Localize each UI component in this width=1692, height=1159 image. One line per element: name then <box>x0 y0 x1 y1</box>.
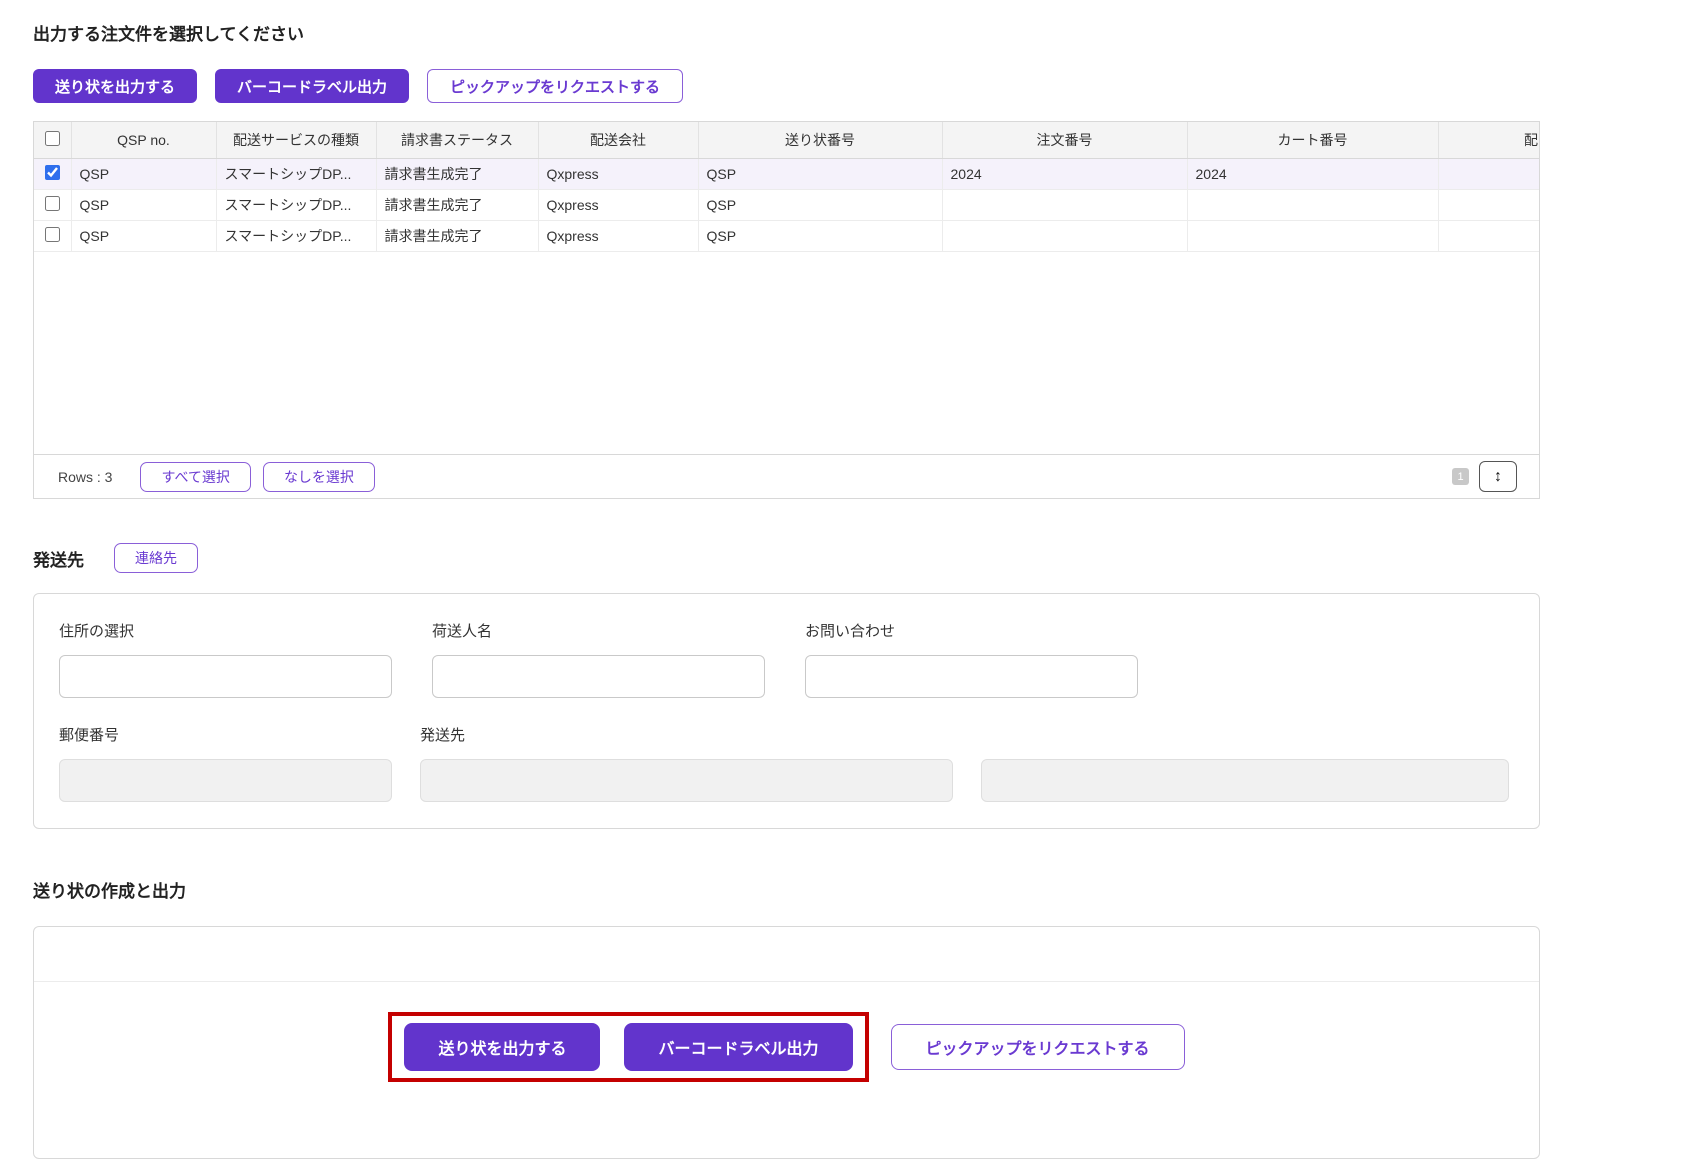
cell-service-type: スマートシップDP... <box>216 189 377 221</box>
row-checkbox[interactable] <box>44 164 60 180</box>
barcode-label-button[interactable]: バーコードラベル出力 <box>215 69 410 103</box>
shipper-section-head: 発送先 連絡先 <box>33 543 1540 573</box>
print-invoice-button[interactable]: 送り状を出力する <box>33 69 198 103</box>
cell-cart-no <box>1187 220 1439 252</box>
select-none-button[interactable]: なしを選択 <box>262 461 375 492</box>
header-cell-select <box>34 122 72 159</box>
output-panel: 送り状を出力する バーコードラベル出力 ピックアップをリクエストする <box>33 926 1540 1159</box>
ship-from-detail-input <box>981 759 1509 802</box>
cell-carrier: Qxpress <box>538 189 699 221</box>
header-cell-qsp-no: QSP no. <box>71 122 217 159</box>
inquiry-label: お問い合わせ <box>805 623 896 640</box>
cell-extra <box>1438 189 1539 221</box>
address-select-input[interactable] <box>59 655 392 698</box>
ship-from-input <box>420 759 953 802</box>
ship-from-label: 発送先 <box>420 727 466 744</box>
cell-qsp-no: QSP <box>71 189 217 221</box>
postal-code-input <box>59 759 392 802</box>
row-select-cell <box>34 158 72 190</box>
top-toolbar: 送り状を出力する バーコードラベル出力 ピックアップをリクエストする <box>33 69 1540 103</box>
cell-carrier: Qxpress <box>538 220 699 252</box>
cell-qsp-no: QSP <box>71 158 217 190</box>
select-all-button[interactable]: すべて選択 <box>140 461 251 492</box>
shipper-heading: 発送先 <box>33 550 84 570</box>
shipper-name-label: 荷送人名 <box>432 623 493 640</box>
resize-table-button[interactable]: ↕ <box>1479 461 1517 492</box>
print-invoice-button-bottom[interactable]: 送り状を出力する <box>404 1023 601 1071</box>
table-row[interactable]: QSP スマートシップDP... 請求書生成完了 Qxpress QSP <box>34 220 1539 252</box>
select-all-checkbox[interactable] <box>44 130 60 146</box>
header-cell-tracking-no: 送り状番号 <box>698 122 943 159</box>
cell-tracking-no: QSP <box>698 189 943 221</box>
shipper-form-row-2: 郵便番号 発送先 <box>59 724 1514 802</box>
cell-service-type: スマートシップDP... <box>216 220 377 252</box>
cell-service-type: スマートシップDP... <box>216 158 377 190</box>
cell-tracking-no: QSP <box>698 220 943 252</box>
cell-order-no: 2024 <box>942 158 1188 190</box>
page-number-badge: 1 <box>1452 468 1469 485</box>
page-title: 出力する注文件を選択してください <box>33 25 304 44</box>
contact-button[interactable]: 連絡先 <box>114 543 198 573</box>
rows-count-label: Rows : 3 <box>58 468 113 485</box>
cell-carrier: Qxpress <box>538 158 699 190</box>
output-panel-divider <box>34 927 1539 982</box>
header-cell-clipped: 配 <box>1438 122 1539 159</box>
request-pickup-button-bottom[interactable]: ピックアップをリクエストする <box>890 1024 1185 1070</box>
page: 出力する注文件を選択してください 送り状を出力する バーコードラベル出力 ピック… <box>0 0 1692 1159</box>
row-select-cell <box>34 220 72 252</box>
shipper-panel: 住所の選択 荷送人名 お問い合わせ 郵便番号 発送先 <box>33 593 1540 829</box>
header-cell-order-no: 注文番号 <box>942 122 1188 159</box>
row-checkbox[interactable] <box>44 226 60 242</box>
output-actions: 送り状を出力する バーコードラベル出力 ピックアップをリクエストする <box>34 1012 1539 1082</box>
cell-invoice-status: 請求書生成完了 <box>376 189 539 221</box>
table-header-row: QSP no. 配送サービスの種類 請求書ステータス 配送会社 送り状番号 注文… <box>34 122 1539 159</box>
header-cell-service-type: 配送サービスの種類 <box>216 122 377 159</box>
cell-cart-no <box>1187 189 1439 221</box>
address-select-label: 住所の選択 <box>59 623 135 640</box>
barcode-label-button-bottom[interactable]: バーコードラベル出力 <box>624 1023 853 1071</box>
highlight-annotation-box: 送り状を出力する バーコードラベル出力 <box>388 1012 869 1082</box>
cell-extra <box>1438 220 1539 252</box>
orders-table-scroll-area[interactable]: QSP no. 配送サービスの種類 請求書ステータス 配送会社 送り状番号 注文… <box>34 122 1539 454</box>
inquiry-input[interactable] <box>805 655 1138 698</box>
table-row[interactable]: QSP スマートシップDP... 請求書生成完了 Qxpress QSP <box>34 189 1539 221</box>
table-footer: Rows : 3 すべて選択 なしを選択 1 ↕ <box>34 454 1539 498</box>
cell-invoice-status: 請求書生成完了 <box>376 158 539 190</box>
request-pickup-button[interactable]: ピックアップをリクエストする <box>427 69 684 103</box>
cell-order-no <box>942 189 1188 221</box>
table-row[interactable]: QSP スマートシップDP... 請求書生成完了 Qxpress QSP 202… <box>34 158 1539 190</box>
cell-qsp-no: QSP <box>71 220 217 252</box>
header-cell-invoice-status: 請求書ステータス <box>376 122 539 159</box>
cell-cart-no: 2024 <box>1187 158 1439 190</box>
shipper-name-input[interactable] <box>432 655 765 698</box>
header-cell-carrier: 配送会社 <box>538 122 699 159</box>
shipper-form-row-1: 住所の選択 荷送人名 お問い合わせ <box>59 620 1514 698</box>
header-cell-cart-no: カート番号 <box>1187 122 1439 159</box>
postal-code-label: 郵便番号 <box>59 727 120 744</box>
resize-vertical-icon: ↕ <box>1494 467 1502 485</box>
cell-extra <box>1438 158 1539 190</box>
cell-tracking-no: QSP <box>698 158 943 190</box>
cell-invoice-status: 請求書生成完了 <box>376 220 539 252</box>
orders-table: QSP no. 配送サービスの種類 請求書ステータス 配送会社 送り状番号 注文… <box>33 121 1540 499</box>
cell-order-no <box>942 220 1188 252</box>
row-select-cell <box>34 189 72 221</box>
row-checkbox[interactable] <box>44 195 60 211</box>
output-section-heading: 送り状の作成と出力 <box>33 882 186 901</box>
